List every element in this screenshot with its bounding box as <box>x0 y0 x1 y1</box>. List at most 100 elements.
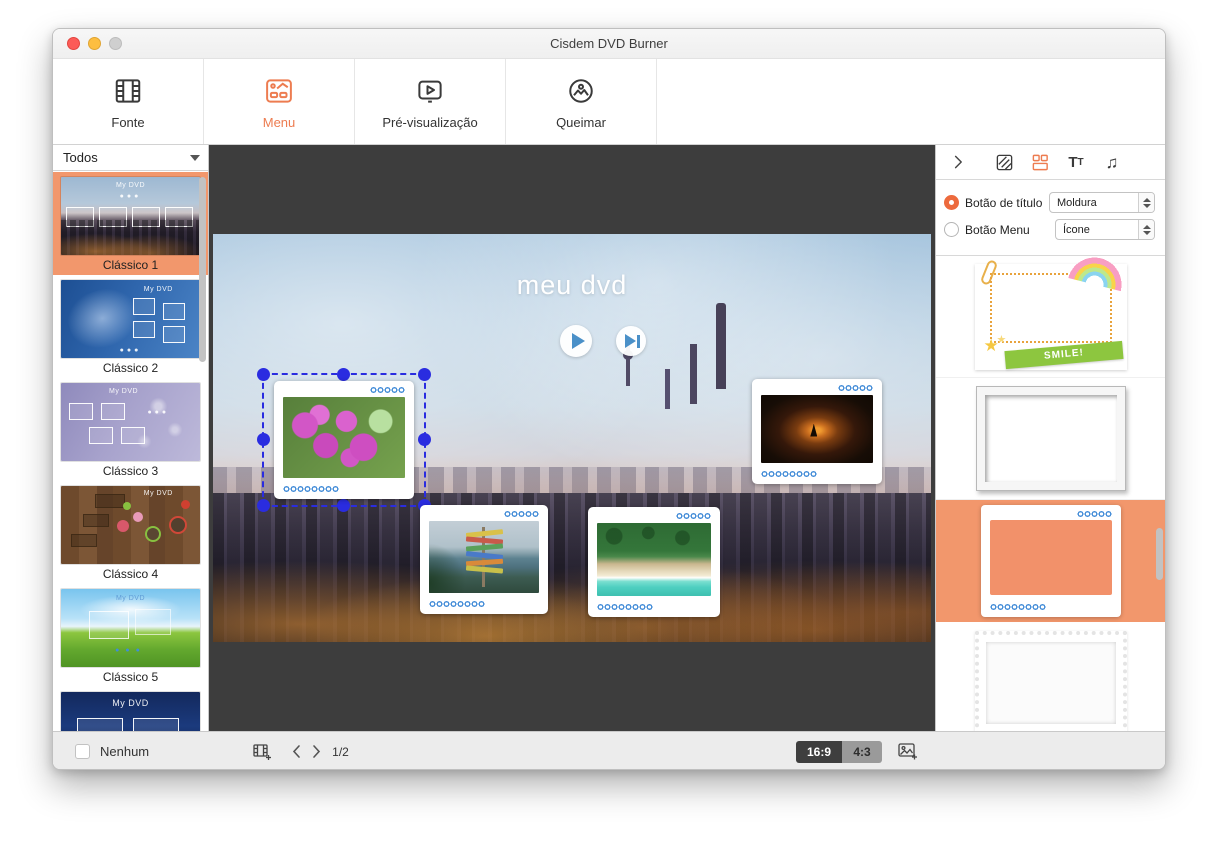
tab-previsualizacao-label: Pré-visualização <box>382 115 477 130</box>
video-thumbnail-signpost[interactable] <box>420 505 548 614</box>
app-window: Cisdem DVD Burner Fonte <box>52 28 1166 770</box>
smile-banner: SMILE! <box>1004 340 1123 368</box>
resize-handle[interactable] <box>418 368 431 381</box>
frame-option-stamp[interactable] <box>936 622 1165 731</box>
chain-decoration <box>597 603 653 611</box>
menu-button-row: Botão Menu Ícone <box>944 219 1155 240</box>
resize-handle[interactable] <box>337 368 350 381</box>
template-classico-3[interactable]: My DVD ●●● Clássico 3 <box>53 378 208 481</box>
video-thumbnail-sunset[interactable] <box>752 379 882 484</box>
dropdown-value: Ícone <box>1063 224 1138 236</box>
add-title-button[interactable] <box>251 741 273 763</box>
none-label: Nenhum <box>100 744 149 759</box>
template-sidebar: Todos My DVD ●●● Clássico 1 <box>53 145 209 731</box>
template-name: Clássico 4 <box>61 564 200 582</box>
dots-decoration: ●●● <box>61 193 200 200</box>
frame-option-bevel[interactable] <box>936 378 1165 500</box>
template-thumbnail: My DVD <box>61 692 200 731</box>
chain-decoration <box>761 470 817 478</box>
title-button-style-dropdown[interactable]: Moldura <box>1049 192 1155 213</box>
text-tab-icon[interactable]: TT <box>1066 152 1086 172</box>
template-name: Clássico 5 <box>61 667 200 685</box>
prev-page-icon[interactable] <box>291 744 302 759</box>
bevel-frame-preview <box>976 386 1126 491</box>
chain-decoration <box>838 384 873 392</box>
template-filter-dropdown[interactable]: Todos <box>53 145 208 171</box>
none-checkbox[interactable] <box>75 744 90 759</box>
tower-silhouette <box>716 303 726 389</box>
tab-queimar-label: Queimar <box>556 115 606 130</box>
tab-queimar[interactable]: Queimar <box>506 59 657 144</box>
menu-button-style-dropdown[interactable]: Ícone <box>1055 219 1155 240</box>
dots-decoration: ●●● <box>61 647 200 654</box>
next-page-icon[interactable] <box>311 744 322 759</box>
film-icon <box>111 74 145 108</box>
chain-decoration <box>1077 510 1112 518</box>
classic-frame-preview <box>981 505 1121 617</box>
music-tab-icon[interactable]: ♫ <box>1102 152 1122 172</box>
template-name: Clássico 2 <box>61 358 200 376</box>
bottom-bar: Nenhum 1/2 16:9 4:3 <box>53 731 1165 770</box>
resize-handle[interactable] <box>418 433 431 446</box>
resize-handle[interactable] <box>257 433 270 446</box>
video-frame-image <box>429 521 539 593</box>
aspect-4-3-button[interactable]: 4:3 <box>842 741 882 763</box>
template-classico-6[interactable]: My DVD <box>53 687 208 731</box>
filter-value: Todos <box>63 150 98 165</box>
title-button-radio[interactable] <box>944 195 959 210</box>
tab-previsualizacao[interactable]: Pré-visualização <box>355 59 506 144</box>
resize-handle[interactable] <box>337 499 350 512</box>
template-classico-2[interactable]: My DVD ●●● Clássico 2 <box>53 275 208 378</box>
template-classico-5[interactable]: My DVD ●●● Clássico 5 <box>53 584 208 687</box>
video-thumbnail-beach[interactable] <box>588 507 720 617</box>
chevron-down-icon <box>190 155 200 161</box>
chain-decoration <box>676 512 711 520</box>
panel-tab-bar: TT ♫ <box>936 145 1165 180</box>
page-indicator: 1/2 <box>332 745 349 759</box>
video-frame-image <box>597 523 711 596</box>
desktop: Cisdem DVD Burner Fonte <box>0 0 1220 854</box>
dots-decoration: ●●● <box>61 347 200 354</box>
panel-scrollbar[interactable] <box>1156 528 1163 580</box>
sidebar-scrollbar[interactable] <box>199 177 206 362</box>
template-classico-4[interactable]: My DVD Clássico 4 <box>53 481 208 584</box>
title-button-row: Botão de título Moldura <box>944 192 1155 213</box>
aspect-16-9-button[interactable]: 16:9 <box>796 741 842 763</box>
frame-option-classic[interactable] <box>936 500 1165 622</box>
tab-fonte[interactable]: Fonte <box>53 59 204 144</box>
add-background-image-button[interactable] <box>896 740 920 769</box>
menu-icon <box>262 74 296 108</box>
aspect-ratio-switch: 16:9 4:3 <box>796 741 882 763</box>
background-tab-icon[interactable] <box>994 152 1014 172</box>
resize-handle[interactable] <box>257 499 270 512</box>
tab-menu[interactable]: Menu <box>204 59 355 144</box>
menu-button-label: Botão Menu <box>965 223 1030 237</box>
smile-frame-preview: ★ ★ SMILE! <box>975 264 1127 370</box>
frame-tab-icon[interactable] <box>1030 152 1050 172</box>
chain-decoration <box>283 485 339 493</box>
title-button-label: Botão de título <box>965 196 1042 210</box>
template-classico-1[interactable]: My DVD ●●● Clássico 1 <box>53 172 208 275</box>
dropdown-value: Moldura <box>1057 197 1138 209</box>
resize-handle[interactable] <box>257 368 270 381</box>
chain-decoration <box>429 600 485 608</box>
customize-panel: TT ♫ Botão de título Moldura <box>935 145 1165 731</box>
collapse-panel-button[interactable] <box>948 152 968 172</box>
dvd-menu-title[interactable]: meu dvd <box>213 270 931 301</box>
menu-button-radio[interactable] <box>944 222 959 237</box>
frame-option-smile[interactable]: ★ ★ SMILE! <box>936 256 1165 378</box>
video-thumbnail-flowers[interactable] <box>274 381 414 499</box>
template-thumbnail: My DVD ●●● <box>61 383 200 461</box>
toolbar-spacer <box>657 59 1165 144</box>
play-button[interactable] <box>560 325 592 357</box>
title-bar: Cisdem DVD Burner <box>53 29 1165 59</box>
template-name: Clássico 1 <box>61 255 200 273</box>
stepper-icon <box>1138 193 1154 212</box>
next-button[interactable] <box>616 326 646 356</box>
dvd-menu-canvas[interactable]: meu dvd <box>213 234 931 642</box>
template-thumbnail: My DVD ●●● <box>61 177 200 255</box>
template-thumbnail: My DVD <box>61 486 200 564</box>
dots-decoration: ●●● <box>117 409 200 416</box>
video-frame-image <box>761 395 873 463</box>
burn-icon <box>564 74 598 108</box>
